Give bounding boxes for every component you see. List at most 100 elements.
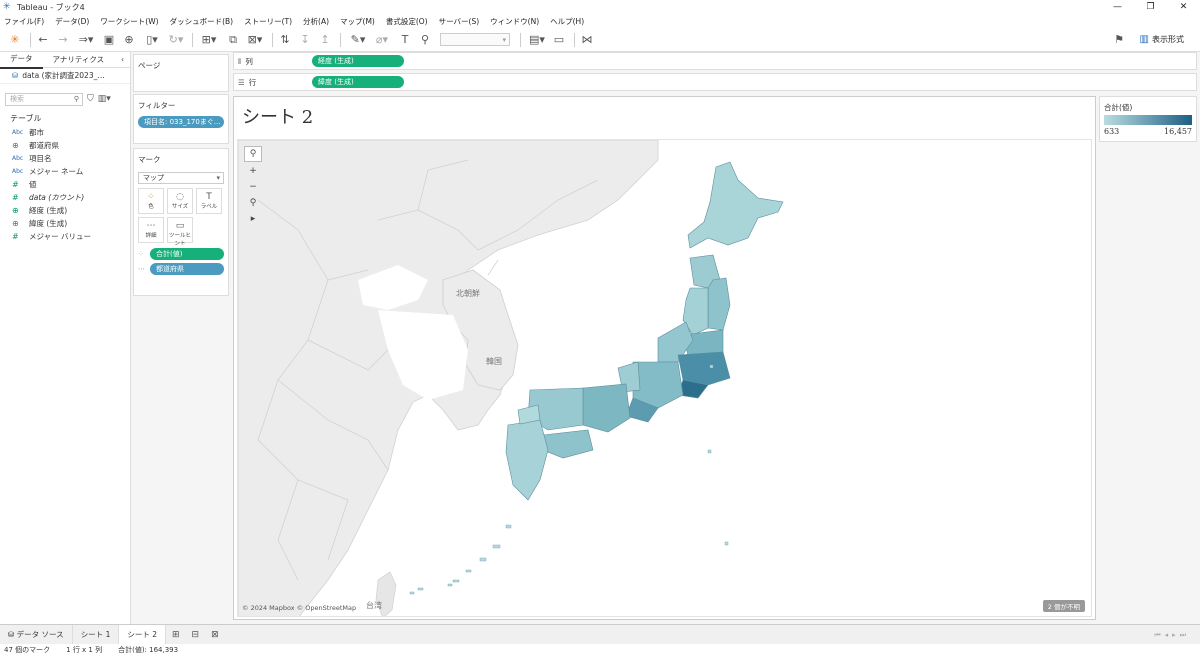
search-input[interactable]: 検索 ⚲ — [5, 92, 83, 106]
new-story-icon[interactable]: ⊠ — [205, 630, 225, 640]
maximize-button[interactable]: ❐ — [1134, 0, 1167, 14]
tab-sheet-2[interactable]: シート 2 — [119, 624, 166, 645]
map-attribution[interactable]: © 2024 Mapbox © OpenStreetMap — [242, 604, 356, 612]
share-icon[interactable]: ⋈ — [580, 33, 594, 47]
title-bar: ✳ Tableau - ブック4 — ❐ ✕ — [0, 0, 1200, 14]
new-worksheet-icon[interactable]: ⊞▾ — [198, 33, 220, 47]
mark-type-dropdown[interactable]: マップ — [138, 172, 224, 184]
view-options-icon[interactable]: ▥▾ — [98, 94, 111, 104]
duplicate-icon[interactable]: ⧉ — [226, 33, 240, 47]
pin-icon[interactable]: ⚲ — [418, 33, 432, 47]
globe-icon: ⊕ — [12, 206, 19, 215]
rows-pill[interactable]: 緯度 (生成) — [312, 76, 404, 88]
new-worksheet-icon[interactable]: ⊞ — [166, 630, 186, 640]
menu-help[interactable]: ヘルプ(H) — [550, 16, 584, 27]
highlight-icon[interactable]: ✎▾ — [348, 33, 368, 47]
menu-dashboard[interactable]: ダッシュボード(B) — [170, 16, 234, 27]
legend-range: 633 16,457 — [1100, 125, 1196, 138]
group-icon[interactable]: ⌀▾ — [372, 33, 392, 47]
menu-server[interactable]: サーバー(S) — [439, 16, 480, 27]
menu-window[interactable]: ウィンドウ(N) — [490, 16, 539, 27]
map-view[interactable]: ⚲ + − ⚲ ▸ 北朝鮮 韓国 台湾 © 2024 Mapbox © Open… — [237, 139, 1092, 617]
new-datasource-icon[interactable]: ⊕ — [122, 33, 136, 47]
tab-analytics[interactable]: アナリティクス — [43, 52, 115, 68]
field-item[interactable]: # メジャー バリュー — [0, 230, 130, 243]
menu-format[interactable]: 書式設定(O) — [386, 16, 428, 27]
format-painter-icon[interactable]: ⚑ — [1112, 33, 1126, 47]
swap-icon[interactable]: ⇅ — [278, 33, 292, 47]
menu-story[interactable]: ストーリー(T) — [244, 16, 292, 27]
window-title: Tableau - ブック4 — [17, 2, 85, 12]
field-item[interactable]: ⊕ 都道府県 — [0, 139, 130, 152]
unknown-indicator[interactable]: 2 個が不明 — [1042, 600, 1085, 612]
clear-sheet-icon[interactable]: ⊠▾ — [244, 33, 266, 47]
expand-toolbar-icon[interactable]: ▸ — [244, 212, 262, 226]
sort-desc-icon[interactable]: ↥ — [318, 33, 332, 47]
sort-asc-icon[interactable]: ↧ — [298, 33, 312, 47]
field-item[interactable]: Abc 項目名 — [0, 152, 130, 165]
save-icon[interactable]: ▣ — [102, 33, 116, 47]
presentation-icon[interactable]: ▭ — [552, 33, 566, 47]
prefecture-kansai — [582, 383, 631, 433]
columns-icon: ⦀ — [238, 56, 242, 66]
pause-updates-icon[interactable]: ▯▾ — [142, 33, 162, 47]
undo-icon[interactable]: ← — [36, 33, 50, 47]
tab-datasource[interactable]: ⛁ データ ソース — [0, 624, 73, 645]
map-pin-icon[interactable]: ⚲ — [244, 196, 262, 210]
filter-pill[interactable]: 項目名: 033_170まぐ... — [138, 116, 224, 128]
field-item[interactable]: # 値 — [0, 178, 130, 191]
menu-data[interactable]: データ(D) — [55, 16, 89, 27]
tab-data[interactable]: データ — [0, 51, 43, 69]
field-item[interactable]: Abc 都市 — [0, 126, 130, 139]
new-dashboard-icon[interactable]: ⊟ — [186, 630, 206, 640]
detail-button[interactable]: ⋯ 詳細 — [138, 217, 164, 243]
menu-analysis[interactable]: 分析(A) — [303, 16, 329, 27]
detail-dimension-pill[interactable]: 都道府県 — [150, 263, 224, 275]
zoom-out-button[interactable]: − — [244, 180, 262, 194]
filters-card[interactable]: フィルター 項目名: 033_170まぐ... — [133, 94, 229, 144]
string-type-icon: Abc — [12, 168, 24, 175]
collapse-icon[interactable]: ‹ — [121, 52, 124, 68]
menu-map[interactable]: マップ(M) — [340, 16, 375, 27]
refresh-icon[interactable]: ↻▾ — [166, 33, 186, 47]
datasource-item[interactable]: ⛁ data (家計調査2023_… — [0, 68, 130, 84]
tab-navigation-icon[interactable]: ⏮◂▸⏭ — [1154, 625, 1190, 645]
menu-bar: ファイル(F) データ(D) ワークシート(W) ダッシュボード(B) ストーリ… — [0, 14, 1200, 28]
show-me-button[interactable]: ▥ 表示形式 — [1140, 34, 1184, 45]
tab-sheet-1[interactable]: シート 1 — [73, 624, 120, 645]
field-item[interactable]: Abc メジャー ネーム — [0, 165, 130, 178]
view-canvas: シート 2 ⚲ + − ⚲ ▸ 北朝鮮 韓国 台湾 © 2024 Mapbox … — [233, 96, 1096, 620]
map-controls: ⚲ + − ⚲ ▸ — [244, 146, 262, 226]
color-legend[interactable]: 合計(値) 633 16,457 — [1099, 96, 1197, 142]
zoom-in-button[interactable]: + — [244, 164, 262, 178]
color-button[interactable]: ⁘ 色 — [138, 188, 164, 214]
color-measure-pill[interactable]: 合計(値) — [150, 248, 224, 260]
menu-worksheet[interactable]: ワークシート(W) — [100, 16, 158, 27]
field-item[interactable]: # data (カウント) — [0, 191, 130, 204]
field-item[interactable]: ⊕ 経度 (生成) — [0, 204, 130, 217]
fit-dropdown[interactable] — [440, 33, 510, 46]
columns-shelf[interactable]: ⦀ 列 経度 (生成) — [233, 52, 1197, 70]
rows-shelf[interactable]: ☰ 行 緯度 (生成) — [233, 73, 1197, 91]
show-me-label: 表示形式 — [1152, 35, 1184, 44]
tableau-home-icon[interactable]: ✳ — [8, 33, 22, 47]
field-item[interactable]: ⊕ 緯度 (生成) — [0, 217, 130, 230]
tooltip-button[interactable]: ▭ ツールヒント — [167, 217, 193, 247]
redo-icon[interactable]: → — [56, 33, 70, 47]
columns-pill[interactable]: 経度 (生成) — [312, 55, 404, 67]
menu-file[interactable]: ファイル(F) — [4, 16, 44, 27]
filter-icon[interactable]: ⛉ — [87, 94, 94, 104]
size-button[interactable]: ◌ サイズ — [167, 188, 193, 214]
sheet-title[interactable]: シート 2 — [242, 103, 313, 129]
labels-icon[interactable]: T — [398, 33, 412, 47]
pages-card[interactable]: ページ — [133, 54, 229, 92]
replay-icon[interactable]: ⇒▾ — [76, 33, 96, 47]
close-button[interactable]: ✕ — [1167, 0, 1200, 14]
map-search-icon[interactable]: ⚲ — [244, 146, 262, 162]
label-button[interactable]: T ラベル — [196, 188, 222, 214]
show-cards-icon[interactable]: ▤▾ — [526, 33, 548, 47]
color-icon: ⁘ — [147, 192, 155, 202]
mark-buttons: ⁘ 色 ◌ サイズ T ラベル ⋯ 詳細 ▭ ツールヒント — [134, 186, 228, 247]
minimize-button[interactable]: — — [1101, 0, 1134, 14]
prefecture-shikoku — [542, 429, 594, 459]
